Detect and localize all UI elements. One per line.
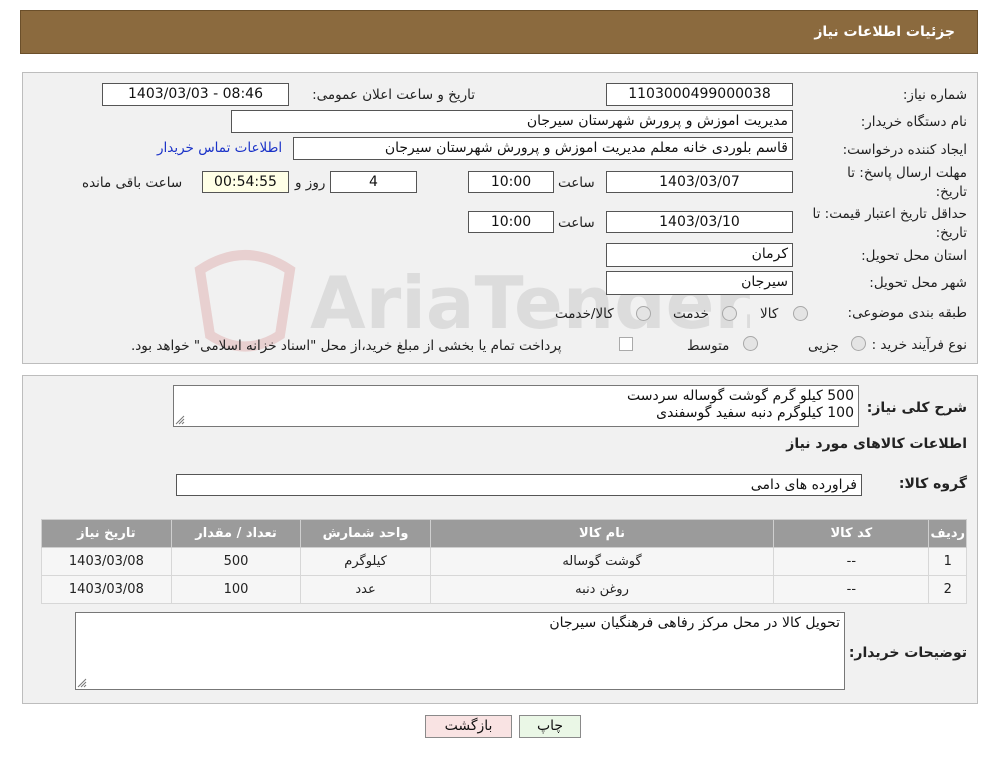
- cell-name: گوشت گوساله: [429, 547, 775, 576]
- table-row[interactable]: 2 -- روغن دنبه عدد 100 1403/03/08: [41, 575, 967, 604]
- cell-date: 1403/03/08: [41, 547, 172, 576]
- category-radio-goods-service[interactable]: [636, 306, 651, 321]
- validity-label: حداقل تاریخ اعتبار قیمت: تا: [812, 206, 967, 222]
- page-header: جزئیات اطلاعات نیاز: [20, 10, 978, 54]
- col-row: ردیف: [928, 519, 967, 548]
- process-option-minor: جزیی: [808, 338, 839, 354]
- validity-time-label: ساعت: [558, 215, 595, 231]
- description-line-1: 500 کیلو گرم گوشت گوساله سردست: [626, 388, 854, 404]
- back-button[interactable]: بازگشت: [425, 715, 512, 738]
- deadline-date-field[interactable]: 1403/03/07: [606, 171, 793, 193]
- cell-row: 2: [928, 575, 967, 604]
- col-date: تاریخ نیاز: [41, 519, 172, 548]
- province-field[interactable]: کرمان: [606, 243, 793, 267]
- category-option-goods-service: کالا/خدمت: [555, 306, 614, 322]
- cell-unit: کیلوگرم: [300, 547, 431, 576]
- category-option-goods: کالا: [760, 306, 779, 322]
- cell-date: 1403/03/08: [41, 575, 172, 604]
- remaining-time-field[interactable]: 00:54:55: [202, 171, 289, 193]
- col-unit: واحد شمارش: [300, 519, 431, 548]
- goods-group-field[interactable]: فراورده های دامی: [176, 474, 862, 496]
- description-textarea[interactable]: 500 کیلو گرم گوشت گوساله سردست 100 کیلوگ…: [173, 385, 859, 427]
- days-remaining-field[interactable]: 4: [330, 171, 417, 193]
- remaining-time-label: ساعت باقی مانده: [82, 175, 183, 191]
- table-row[interactable]: 1 -- گوشت گوساله کیلوگرم 500 1403/03/08: [41, 547, 967, 576]
- payment-checkbox[interactable]: [619, 337, 633, 351]
- cell-unit: عدد: [300, 575, 431, 604]
- resize-grip-icon[interactable]: [175, 415, 185, 425]
- process-option-medium: متوسط: [687, 338, 730, 354]
- buyer-org-label: نام دستگاه خریدار:: [860, 114, 967, 130]
- page-title: جزئیات اطلاعات نیاز: [814, 24, 955, 40]
- goods-table: ردیف کد کالا نام کالا واحد شمارش تعداد /…: [41, 519, 967, 604]
- print-button[interactable]: چاپ: [519, 715, 581, 738]
- buyer-contact-link[interactable]: اطلاعات تماس خریدار: [157, 140, 282, 156]
- process-radio-minor[interactable]: [851, 336, 866, 351]
- category-radio-service[interactable]: [722, 306, 737, 321]
- creator-field[interactable]: قاسم بلوردی خانه معلم مدیریت اموزش و پرو…: [293, 137, 793, 160]
- deadline-time-field[interactable]: 10:00: [468, 171, 554, 193]
- goods-group-label: گروه کالا:: [898, 476, 967, 492]
- city-label: شهر محل تحویل:: [869, 275, 967, 291]
- cell-code: --: [773, 547, 930, 576]
- cell-qty: 100: [170, 575, 302, 604]
- description-label: شرح کلی نیاز:: [866, 400, 967, 416]
- validity-time-field[interactable]: 10:00: [468, 211, 554, 233]
- goods-section-title: اطلاعات کالاهای مورد نیاز: [786, 436, 967, 452]
- announce-label: تاریخ و ساعت اعلان عمومی:: [312, 87, 475, 103]
- col-code: کد کالا: [773, 519, 930, 548]
- days-label: روز و: [295, 175, 326, 191]
- goods-table-header: ردیف کد کالا نام کالا واحد شمارش تعداد /…: [41, 519, 967, 548]
- col-qty: تعداد / مقدار: [170, 519, 302, 548]
- col-name: نام کالا: [429, 519, 775, 548]
- cell-name: روغن دنبه: [429, 575, 775, 604]
- process-label: نوع فرآیند خرید :: [871, 337, 967, 353]
- deadline-label-date: تاریخ:: [935, 184, 967, 200]
- validity-label-date: تاریخ:: [935, 225, 967, 241]
- category-radio-goods[interactable]: [793, 306, 808, 321]
- description-line-2: 100 کیلوگرم دنبه سفید گوسفندی: [656, 405, 854, 421]
- buyer-notes-text: تحویل کالا در محل مرکز رفاهی فرهنگیان سی…: [549, 615, 840, 631]
- city-field[interactable]: سیرجان: [606, 271, 793, 295]
- province-label: استان محل تحویل:: [861, 248, 967, 264]
- creator-label: ایجاد کننده درخواست:: [842, 142, 967, 158]
- buyer-notes-textarea[interactable]: تحویل کالا در محل مرکز رفاهی فرهنگیان سی…: [75, 612, 845, 690]
- need-number-label: شماره نیاز:: [902, 87, 967, 103]
- cell-row: 1: [928, 547, 967, 576]
- resize-grip-icon[interactable]: [77, 678, 87, 688]
- announce-datetime-field[interactable]: 1403/03/03 - 08:46: [102, 83, 289, 106]
- cell-qty: 500: [170, 547, 302, 576]
- category-option-service: خدمت: [673, 306, 709, 322]
- deadline-label: مهلت ارسال پاسخ: تا: [847, 165, 967, 181]
- validity-date-field[interactable]: 1403/03/10: [606, 211, 793, 233]
- process-radio-medium[interactable]: [743, 336, 758, 351]
- category-label: طبقه بندی موضوعی:: [847, 305, 967, 321]
- cell-code: --: [773, 575, 930, 604]
- deadline-time-label: ساعت: [558, 175, 595, 191]
- buyer-notes-label: توضیحات خریدار:: [848, 645, 967, 661]
- buyer-org-field[interactable]: مدیریت اموزش و پرورش شهرستان سیرجان: [231, 110, 793, 133]
- need-number-field[interactable]: 1103000499000038: [606, 83, 793, 106]
- payment-note: پرداخت تمام یا بخشی از مبلغ خرید،از محل …: [131, 338, 562, 354]
